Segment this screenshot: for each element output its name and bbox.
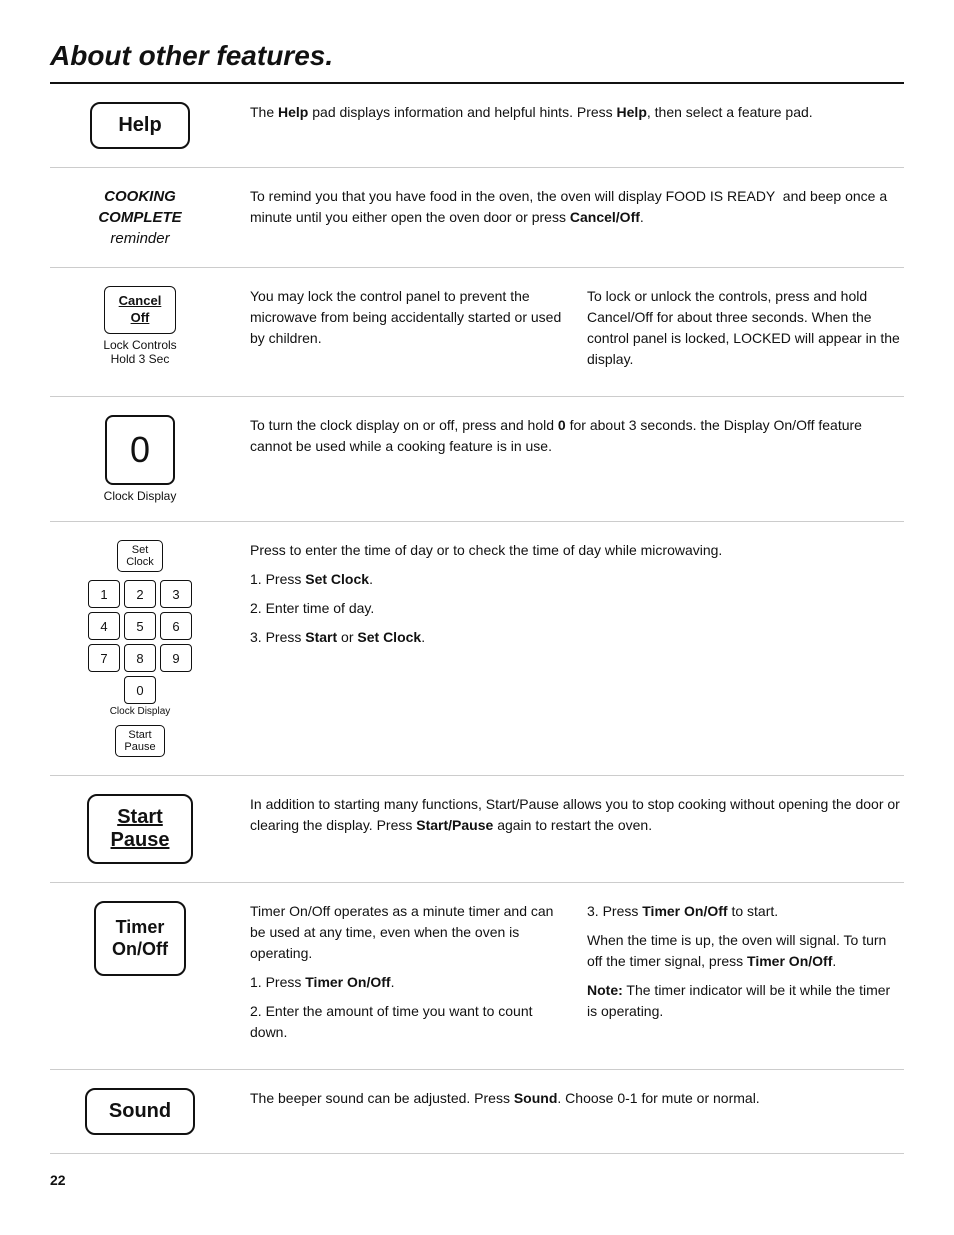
- clock-display-left: 0 Clock Display: [50, 415, 250, 503]
- sound-right: The beeper sound can be adjusted. Press …: [250, 1088, 904, 1117]
- timer-onoff-left: Timer On/Off: [50, 901, 250, 976]
- lock-controls-left: Cancel Off Lock Controls Hold 3 Sec: [50, 286, 250, 366]
- sound-left: Sound: [50, 1088, 250, 1135]
- set-clock-right: Press to enter the time of day or to che…: [250, 540, 904, 656]
- cancel-off-container: Cancel Off Lock Controls Hold 3 Sec: [103, 286, 176, 366]
- clock-display-right: To turn the clock display on or off, pre…: [250, 415, 904, 465]
- help-description: The Help pad displays information and he…: [250, 102, 904, 123]
- timer-onoff-col1-step2: 2. Enter the amount of time you want to …: [250, 1001, 567, 1043]
- start-pause-left: Start Pause: [50, 794, 250, 864]
- set-clock-button[interactable]: Set Clock: [117, 540, 163, 572]
- help-left: Help: [50, 102, 250, 149]
- numpad-row-2: 4 5 6: [88, 612, 192, 640]
- lock-controls-col2: To lock or unlock the controls, press an…: [587, 286, 904, 378]
- start-pause-button[interactable]: Start Pause: [87, 794, 194, 864]
- cooking-complete-label: COOKING COMPLETE reminder: [98, 186, 181, 249]
- page-title: About other features.: [50, 40, 904, 72]
- set-clock-intro: Press to enter the time of day or to che…: [250, 540, 904, 561]
- set-clock-step3: 3. Press Start or Set Clock.: [250, 627, 904, 648]
- lock-controls-section: Cancel Off Lock Controls Hold 3 Sec You …: [50, 268, 904, 397]
- help-section: Help The Help pad displays information a…: [50, 84, 904, 168]
- timer-onoff-col1: Timer On/Off operates as a minute timer …: [250, 901, 567, 1051]
- cancel-off-button[interactable]: Cancel Off: [104, 286, 177, 334]
- help-right: The Help pad displays information and he…: [250, 102, 904, 131]
- numpad-row-1: 1 2 3: [88, 580, 192, 608]
- timer-onoff-col1-intro: Timer On/Off operates as a minute timer …: [250, 901, 567, 964]
- start-pause-section: Start Pause In addition to starting many…: [50, 776, 904, 883]
- timer-onoff-col1-step1: 1. Press Timer On/Off.: [250, 972, 567, 993]
- numpad: 1 2 3 4 5 6 7 8 9 0 Clock Display: [88, 580, 192, 717]
- numpad-clock-display-label: Clock Display: [88, 706, 192, 717]
- numpad-zero-row: 0: [88, 676, 192, 704]
- cooking-complete-section: COOKING COMPLETE reminder To remind you …: [50, 168, 904, 268]
- lock-controls-label: Lock Controls Hold 3 Sec: [103, 338, 176, 366]
- set-clock-step1: 1. Press Set Clock.: [250, 569, 904, 590]
- timer-onoff-note: Note: The timer indicator will be it whi…: [587, 980, 904, 1022]
- sound-section: Sound The beeper sound can be adjusted. …: [50, 1070, 904, 1154]
- numpad-key-2[interactable]: 2: [124, 580, 156, 608]
- help-button[interactable]: Help: [90, 102, 190, 149]
- sound-description: The beeper sound can be adjusted. Press …: [250, 1088, 904, 1109]
- start-pause-small-container: Start Pause: [115, 725, 164, 757]
- set-clock-left: Set Clock 1 2 3 4 5 6 7 8 9 0 Clock Disp…: [50, 540, 250, 757]
- lock-controls-right: You may lock the control panel to preven…: [250, 286, 904, 378]
- numpad-key-9[interactable]: 9: [160, 644, 192, 672]
- cooking-complete-right: To remind you that you have food in the …: [250, 186, 904, 236]
- cooking-complete-left: COOKING COMPLETE reminder: [50, 186, 250, 249]
- cooking-complete-description: To remind you that you have food in the …: [250, 186, 904, 228]
- numpad-key-5[interactable]: 5: [124, 612, 156, 640]
- numpad-key-7[interactable]: 7: [88, 644, 120, 672]
- numpad-key-4[interactable]: 4: [88, 612, 120, 640]
- clock-display-zero: 0: [105, 415, 175, 485]
- numpad-row-3: 7 8 9: [88, 644, 192, 672]
- timer-onoff-col2: 3. Press Timer On/Off to start. When the…: [587, 901, 904, 1051]
- timer-onoff-signal: When the time is up, the oven will signa…: [587, 930, 904, 972]
- clock-display-label: Clock Display: [104, 489, 177, 503]
- clock-display-section: 0 Clock Display To turn the clock displa…: [50, 397, 904, 522]
- start-pause-small-button[interactable]: Start Pause: [115, 725, 164, 757]
- numpad-key-8[interactable]: 8: [124, 644, 156, 672]
- numpad-key-0[interactable]: 0: [124, 676, 156, 704]
- timer-onoff-right: Timer On/Off operates as a minute timer …: [250, 901, 904, 1051]
- numpad-key-6[interactable]: 6: [160, 612, 192, 640]
- sound-button[interactable]: Sound: [85, 1088, 195, 1135]
- timer-onoff-section: Timer On/Off Timer On/Off operates as a …: [50, 883, 904, 1070]
- clock-display-description: To turn the clock display on or off, pre…: [250, 415, 904, 457]
- numpad-key-3[interactable]: 3: [160, 580, 192, 608]
- start-pause-description: In addition to starting many functions, …: [250, 794, 904, 836]
- timer-onoff-step3: 3. Press Timer On/Off to start.: [587, 901, 904, 922]
- timer-onoff-button[interactable]: Timer On/Off: [94, 901, 186, 976]
- set-clock-step2: 2. Enter time of day.: [250, 598, 904, 619]
- page-number: 22: [50, 1172, 904, 1188]
- lock-controls-col1: You may lock the control panel to preven…: [250, 286, 567, 378]
- numpad-key-1[interactable]: 1: [88, 580, 120, 608]
- set-clock-section: Set Clock 1 2 3 4 5 6 7 8 9 0 Clock Disp…: [50, 522, 904, 776]
- start-pause-right: In addition to starting many functions, …: [250, 794, 904, 844]
